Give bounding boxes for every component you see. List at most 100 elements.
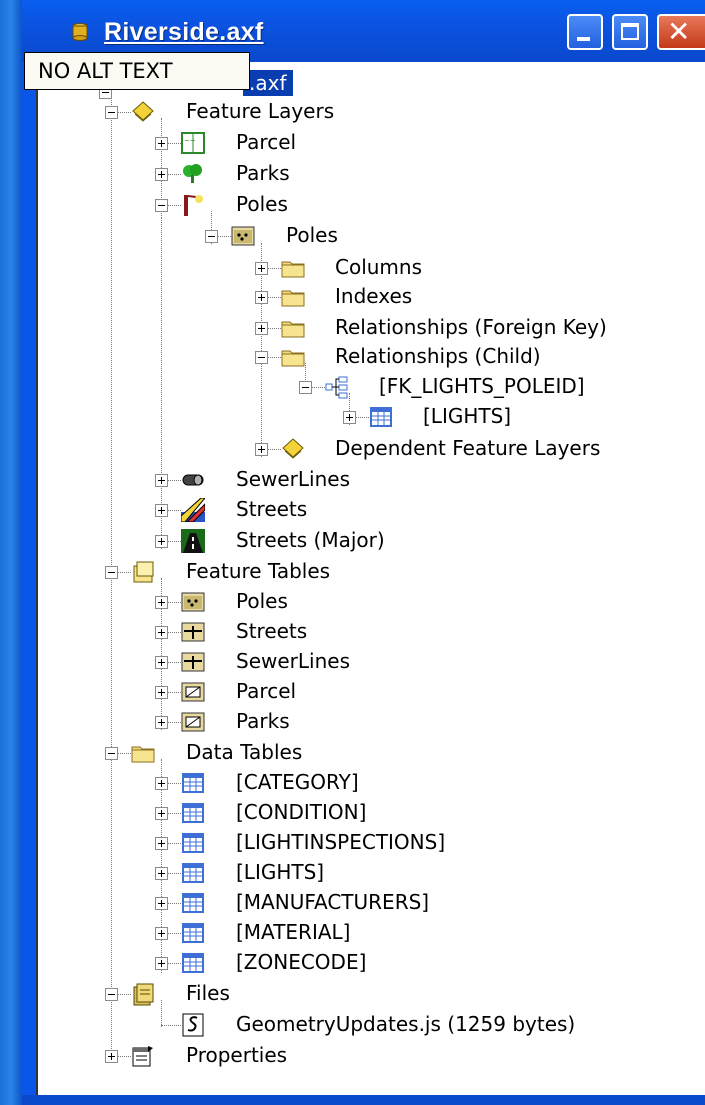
collapse-icon[interactable]: [105, 988, 118, 1001]
expand-icon[interactable]: [155, 927, 168, 940]
maximize-button[interactable]: [612, 14, 648, 50]
collapse-icon[interactable]: [205, 230, 218, 243]
window-bottom-border: [22, 1095, 705, 1105]
expand-icon[interactable]: [255, 291, 268, 304]
tree-panel[interactable]: Feature Layers ~~ Parcel Parks Poles Poles Col…: [36, 62, 705, 1095]
relationship-icon: [325, 375, 349, 399]
collapse-icon[interactable]: [155, 199, 168, 212]
tree-node-label: SewerLines: [236, 467, 350, 491]
feature-layers-icon: [131, 100, 155, 124]
svg-text:~~: ~~: [184, 137, 196, 145]
tree-node-label: Relationships (Foreign Key): [335, 315, 607, 339]
expand-icon[interactable]: [105, 1050, 118, 1063]
collapse-icon[interactable]: [105, 566, 118, 579]
expand-icon[interactable]: [155, 137, 168, 150]
close-icon: ✕: [667, 15, 691, 48]
folder-icon: [281, 285, 305, 309]
tree-node-label: Poles: [236, 589, 288, 613]
folder-icon: [281, 345, 305, 369]
tree-guide-line: [161, 1025, 181, 1026]
tree-node-label: Streets: [236, 497, 308, 521]
folder-icon: [281, 256, 305, 280]
tree-node-label: Parks: [236, 709, 290, 733]
collapse-icon[interactable]: [255, 351, 268, 364]
expand-icon[interactable]: [155, 474, 168, 487]
pipe-icon: [181, 468, 205, 492]
tree-node-label: [LIGHTINSPECTIONS]: [236, 830, 446, 854]
expand-icon[interactable]: [155, 626, 168, 639]
tree-node-label: [LIGHTS]: [423, 404, 512, 428]
tree-node-label: Feature Layers: [186, 99, 335, 123]
folder-icon: [281, 316, 305, 340]
tree-node-label: [MATERIAL]: [236, 920, 351, 944]
feature-tables-icon: [131, 560, 155, 584]
tree-node-label: Dependent Feature Layers: [335, 436, 601, 460]
tree-node-label: Data Tables: [186, 740, 303, 764]
table-icon: [181, 831, 205, 855]
expand-icon[interactable]: [155, 837, 168, 850]
collapse-icon[interactable]: [105, 106, 118, 119]
table-icon: [181, 891, 205, 915]
tree-node-label: Relationships (Child): [335, 344, 541, 368]
tree-guide-line: [161, 759, 162, 973]
tree-node-label: Parcel: [236, 679, 297, 703]
table-icon: [181, 771, 205, 795]
tree-node-label: Streets (Major): [236, 528, 385, 552]
tree-root-node-selected[interactable]: .axf: [243, 70, 293, 96]
expand-icon[interactable]: [155, 777, 168, 790]
expand-icon[interactable]: [155, 686, 168, 699]
line-table-icon: [181, 620, 205, 644]
expand-icon[interactable]: [155, 867, 168, 880]
table-icon: [181, 951, 205, 975]
tree-node-label: Files: [186, 981, 230, 1005]
expand-icon[interactable]: [155, 807, 168, 820]
expand-icon[interactable]: [155, 897, 168, 910]
tree-node-label: Poles: [236, 192, 288, 216]
tree-guide-line: [161, 1000, 162, 1027]
streets-icon: [181, 498, 205, 522]
line-table-icon: [181, 650, 205, 674]
table-icon: [369, 405, 393, 429]
tooltip: NO ALT TEXT: [24, 52, 250, 90]
feature-layers-icon: [281, 437, 305, 461]
tree-node-label: [CONDITION]: [236, 800, 367, 824]
expand-icon[interactable]: [155, 957, 168, 970]
expand-icon[interactable]: [155, 656, 168, 669]
script-file-icon: [181, 1013, 205, 1037]
poles-layer-icon: [181, 193, 205, 217]
minimize-button[interactable]: [567, 14, 603, 50]
tree-guide-line: [261, 243, 262, 457]
collapse-icon[interactable]: [105, 747, 118, 760]
expand-icon[interactable]: [255, 443, 268, 456]
tree-node-label: Columns: [335, 255, 423, 279]
collapse-icon[interactable]: [299, 381, 312, 394]
tree-node-label: Indexes: [335, 284, 413, 308]
close-button[interactable]: ✕: [657, 14, 705, 50]
tree-node-label: [LIGHTS]: [236, 860, 325, 884]
window-title: Riverside.axf: [104, 18, 264, 46]
expand-icon[interactable]: [155, 504, 168, 517]
tree-node-label: Poles: [286, 223, 338, 247]
parcel-layer-icon: ~~: [181, 131, 205, 155]
tree-node-label: [ZONECODE]: [236, 950, 367, 974]
polygon-table-icon: [181, 680, 205, 704]
point-table-icon: [181, 590, 205, 614]
expand-icon[interactable]: [343, 411, 356, 424]
polygon-table-icon: [181, 710, 205, 734]
tree-node-label: Parks: [236, 161, 290, 185]
folder-icon: [131, 741, 155, 765]
expand-icon[interactable]: [155, 535, 168, 548]
expand-icon[interactable]: [155, 168, 168, 181]
expand-icon[interactable]: [155, 716, 168, 729]
expand-icon[interactable]: [255, 262, 268, 275]
tree-guide-line: [161, 218, 162, 549]
table-icon: [181, 801, 205, 825]
point-table-icon: [231, 224, 255, 248]
tree-node-label: [MANUFACTURERS]: [236, 890, 430, 914]
minimize-icon: [577, 37, 590, 41]
files-icon: [131, 982, 155, 1006]
expand-icon[interactable]: [255, 322, 268, 335]
tree-node-label: SewerLines: [236, 649, 350, 673]
expand-icon[interactable]: [155, 596, 168, 609]
tree-node-label: Streets: [236, 619, 308, 643]
